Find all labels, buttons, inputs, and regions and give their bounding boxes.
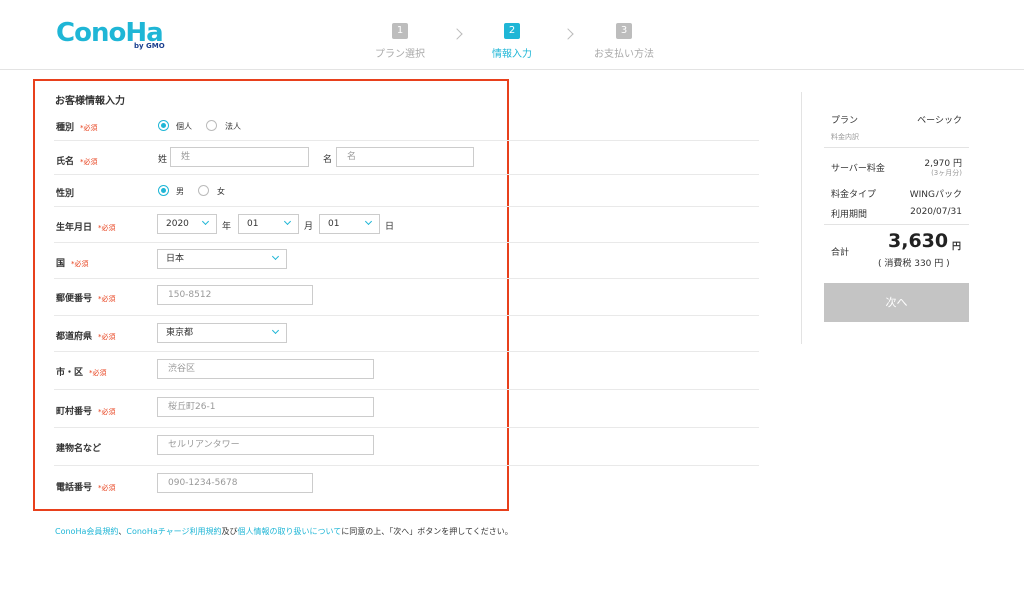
form-title: お客様情報入力: [55, 96, 125, 107]
type-individual-label: 個人: [176, 122, 192, 131]
gender-male-label: 男: [176, 187, 184, 196]
step-info-input: 2 情報入力: [467, 18, 557, 60]
country-label: 国 *必須: [56, 259, 89, 269]
divider: [54, 174, 759, 175]
prefecture-select[interactable]: 東京都: [157, 323, 287, 343]
step-number: 2: [504, 23, 520, 39]
agreement-note: ConoHa会員規約、ConoHaチャージ利用規約及び個人情報の取り扱いについて…: [55, 527, 513, 536]
total-unit: 円: [952, 242, 962, 252]
logo-sub: by GMO: [134, 42, 165, 50]
step-number: 1: [392, 23, 408, 39]
charge-terms-link[interactable]: ConoHaチャージ利用規約: [126, 527, 221, 536]
server-fee-label: サーバー料金: [831, 164, 885, 174]
step-label: 情報入力: [492, 49, 532, 60]
divider: [54, 427, 759, 428]
gender-male-radio[interactable]: [158, 185, 169, 196]
chevron-down-icon: [283, 217, 292, 226]
postal-label: 郵便番号 *必須: [56, 294, 116, 304]
next-button[interactable]: 次へ: [824, 283, 969, 322]
plan-value: ベーシック: [917, 116, 962, 126]
birth-day-select[interactable]: 01: [319, 214, 380, 234]
divider: [54, 315, 759, 316]
privacy-link[interactable]: 個人情報の取り扱いについて: [238, 527, 342, 536]
chevron-right-icon: [451, 28, 463, 40]
last-name-label: 姓: [158, 155, 168, 165]
name-label: 氏名 *必須: [56, 157, 98, 167]
fee-type-value: WINGパック: [909, 190, 962, 200]
country-select[interactable]: 日本: [157, 249, 287, 269]
city-label: 市・区 *必須: [56, 368, 107, 378]
type-corporate-radio[interactable]: [206, 120, 217, 131]
tax-note: ( 消費税 330 円 ): [878, 259, 950, 269]
period-value: 2020/07/31: [910, 207, 962, 217]
server-fee-note: (3ヶ月分): [931, 169, 962, 177]
divider: [824, 147, 969, 148]
divider: [54, 351, 759, 352]
building-input[interactable]: セルリアンタワー: [157, 435, 374, 455]
town-label: 町村番号 *必須: [56, 407, 116, 417]
year-unit: 年: [222, 222, 232, 232]
birth-month-select[interactable]: 01: [238, 214, 299, 234]
day-unit: 日: [385, 222, 395, 232]
header: ConoHa by GMO 1 プラン選択 2 情報入力 3 お支払い方法: [0, 0, 1024, 70]
breakdown-label: 料金内訳: [831, 133, 859, 141]
terms-link[interactable]: ConoHa会員規約: [55, 527, 118, 536]
chevron-down-icon: [364, 217, 373, 226]
chevron-right-icon: [562, 28, 574, 40]
plan-label: プラン: [831, 116, 859, 126]
chevron-down-icon: [271, 326, 280, 335]
gender-female-label: 女: [217, 187, 225, 196]
first-name-input[interactable]: 名: [336, 147, 474, 167]
phone-label: 電話番号 *必須: [56, 483, 116, 493]
step-label: プラン選択: [375, 49, 425, 60]
total-value: 3,630: [888, 230, 949, 252]
period-label: 利用期間: [831, 210, 868, 220]
divider: [54, 465, 759, 466]
gender-female-radio[interactable]: [198, 185, 209, 196]
chevron-down-icon: [201, 217, 210, 226]
type-individual-radio[interactable]: [158, 120, 169, 131]
type-corporate-label: 法人: [225, 122, 241, 131]
chevron-down-icon: [271, 252, 280, 261]
fee-type-label: 料金タイプ: [831, 190, 877, 200]
birth-year-select[interactable]: 2020: [157, 214, 217, 234]
step-payment: 3 お支払い方法: [579, 18, 669, 60]
gender-label: 性別: [56, 189, 75, 199]
total-label: 合計: [831, 248, 850, 258]
building-label: 建物名など: [56, 444, 102, 454]
phone-input[interactable]: 090-1234-5678: [157, 473, 313, 493]
postal-code-input[interactable]: 150-8512: [157, 285, 313, 305]
city-input[interactable]: 渋谷区: [157, 359, 374, 379]
divider: [54, 389, 759, 390]
town-input[interactable]: 桜丘町26-1: [157, 397, 374, 417]
divider: [54, 206, 759, 207]
birthdate-label: 生年月日 *必須: [56, 223, 116, 233]
last-name-input[interactable]: 姓: [170, 147, 309, 167]
type-label: 種別 *必須: [56, 123, 98, 133]
divider: [54, 242, 759, 243]
divider: [54, 140, 759, 141]
first-name-label: 名: [323, 155, 333, 165]
month-unit: 月: [304, 222, 314, 232]
summary-divider: [801, 92, 802, 344]
prefecture-label: 都道府県 *必須: [56, 332, 116, 342]
step-number: 3: [616, 23, 632, 39]
divider: [824, 224, 969, 225]
step-label: お支払い方法: [594, 49, 654, 60]
conoha-logo[interactable]: ConoHa by GMO: [56, 18, 165, 52]
divider: [54, 278, 759, 279]
step-plan-select: 1 プラン選択: [355, 18, 445, 60]
